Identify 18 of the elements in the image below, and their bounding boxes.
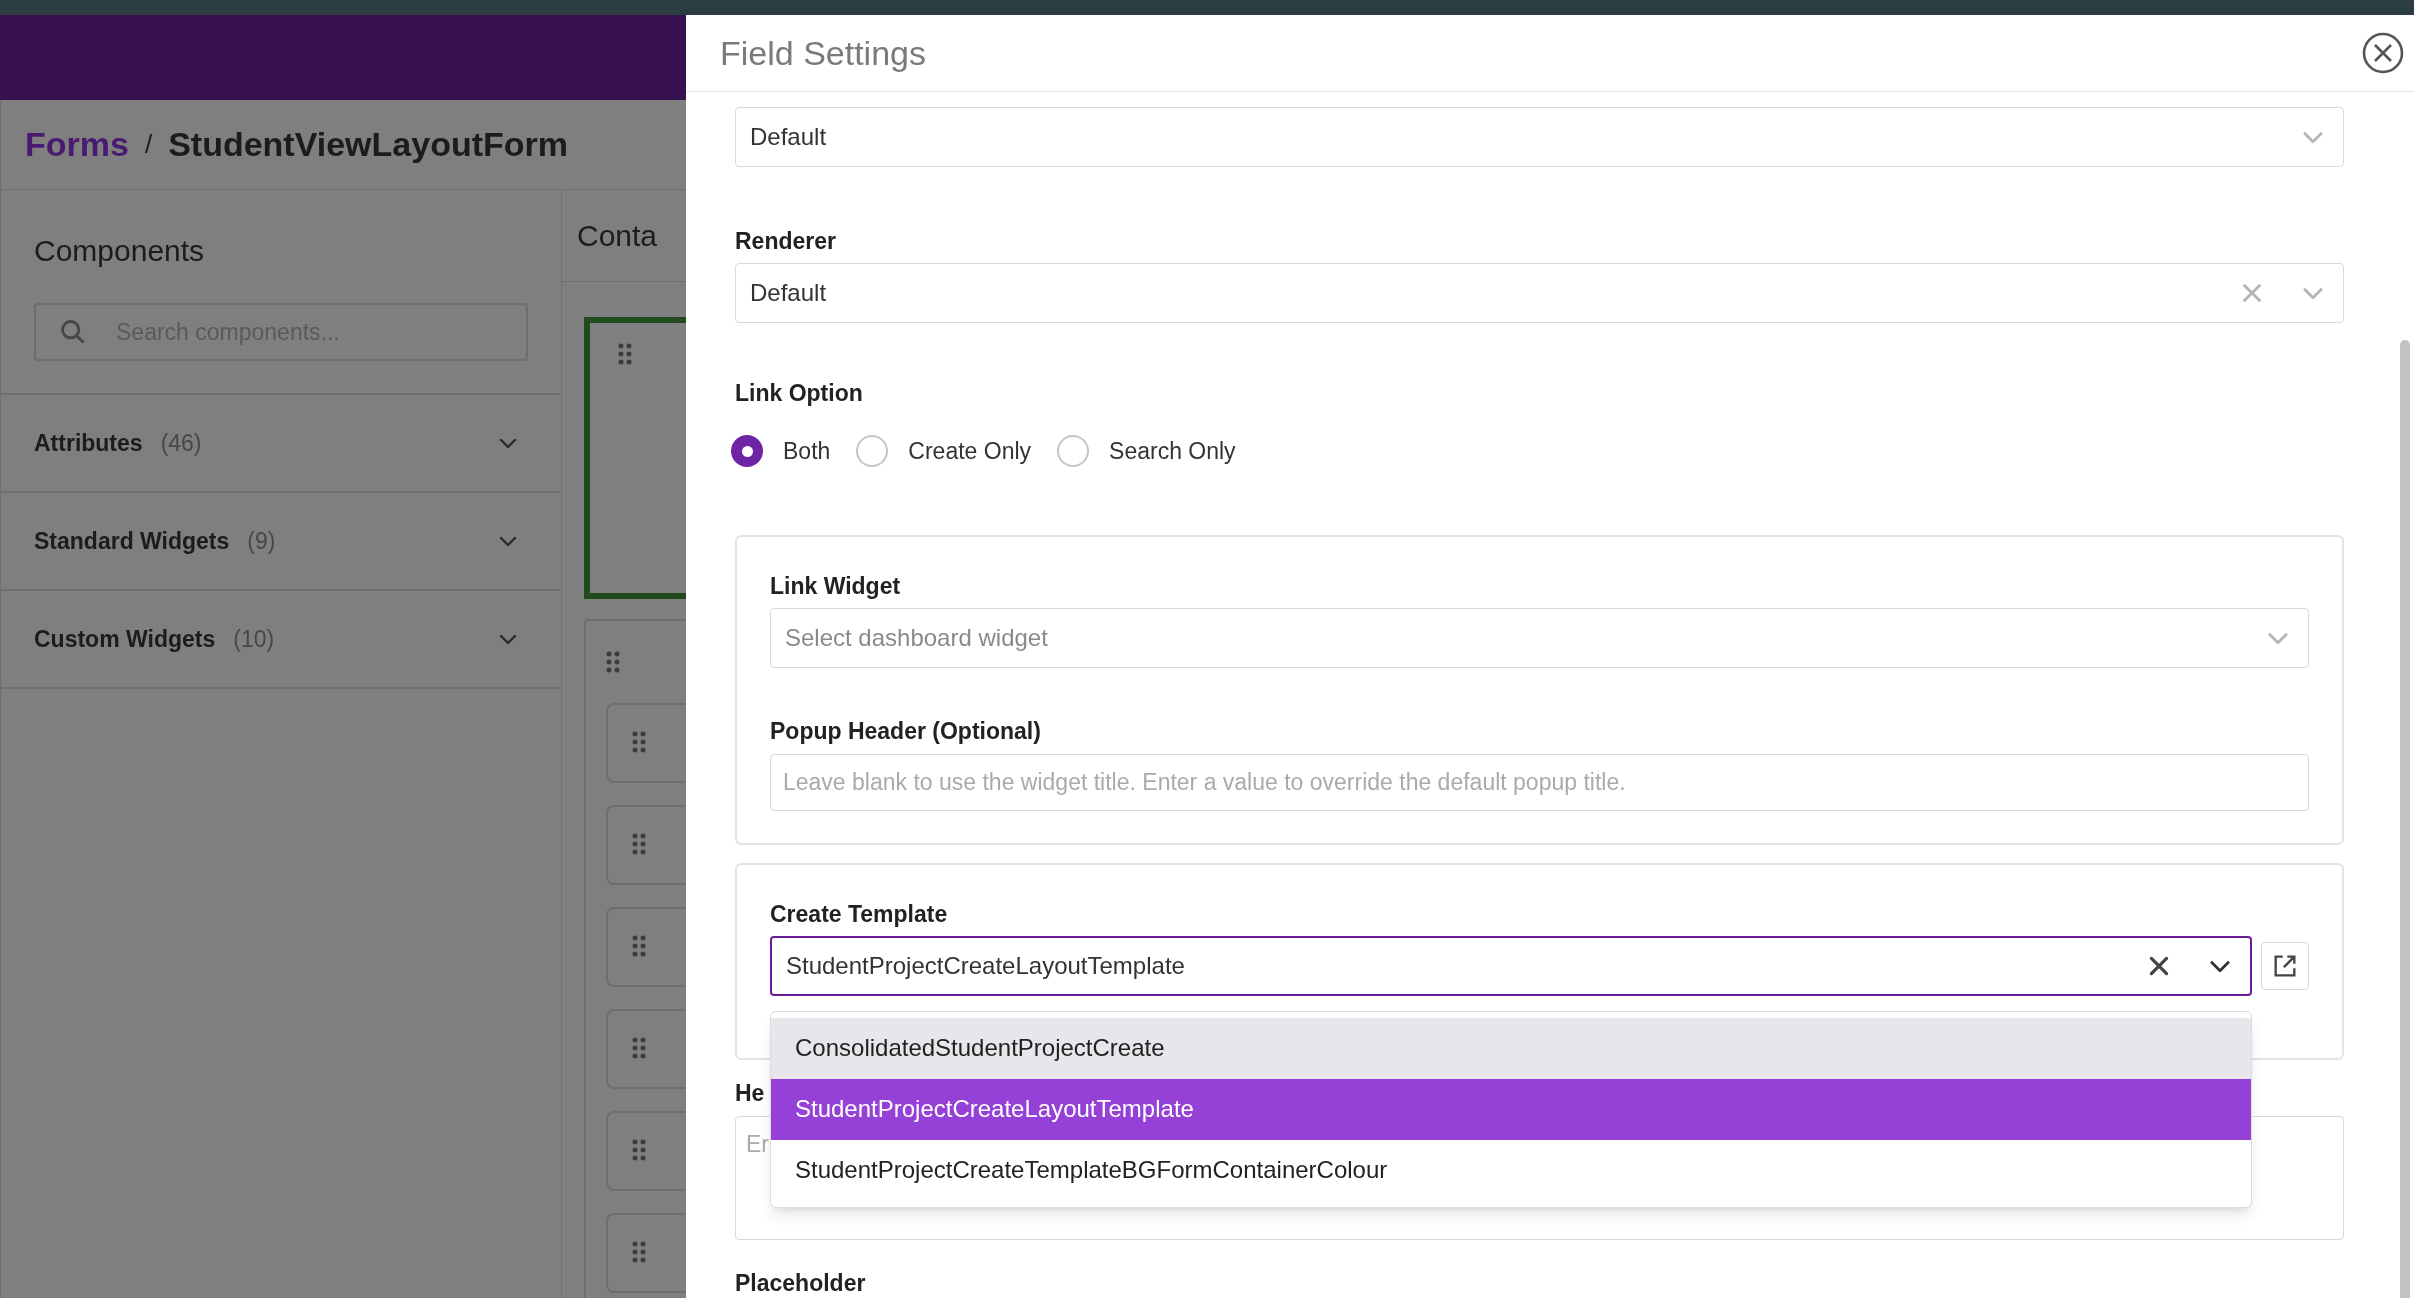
section-label: Custom Widgets bbox=[34, 624, 216, 654]
field-label: Create Template bbox=[770, 899, 949, 929]
breadcrumb-current: StudentViewLayoutForm bbox=[168, 124, 568, 165]
field-label: Renderer bbox=[735, 227, 837, 256]
item-count: (10) bbox=[233, 624, 275, 654]
field-label: He bbox=[735, 1078, 766, 1108]
item-count: (46) bbox=[160, 428, 202, 458]
section-label: Attributes bbox=[34, 428, 143, 458]
breadcrumb-separator: / bbox=[144, 128, 153, 161]
section-title: Conta bbox=[577, 218, 658, 254]
field-label: Link Option bbox=[735, 379, 864, 408]
field-label: Placeholder bbox=[735, 1268, 867, 1298]
field-label: Popup Header (Optional) bbox=[770, 716, 1042, 746]
panel-title: Field Settings bbox=[720, 32, 926, 74]
field-label: Link Widget bbox=[770, 571, 902, 601]
section-label: Standard Widgets bbox=[34, 526, 230, 556]
panel-title: Components bbox=[33, 233, 206, 269]
item-count: (9) bbox=[247, 526, 276, 556]
